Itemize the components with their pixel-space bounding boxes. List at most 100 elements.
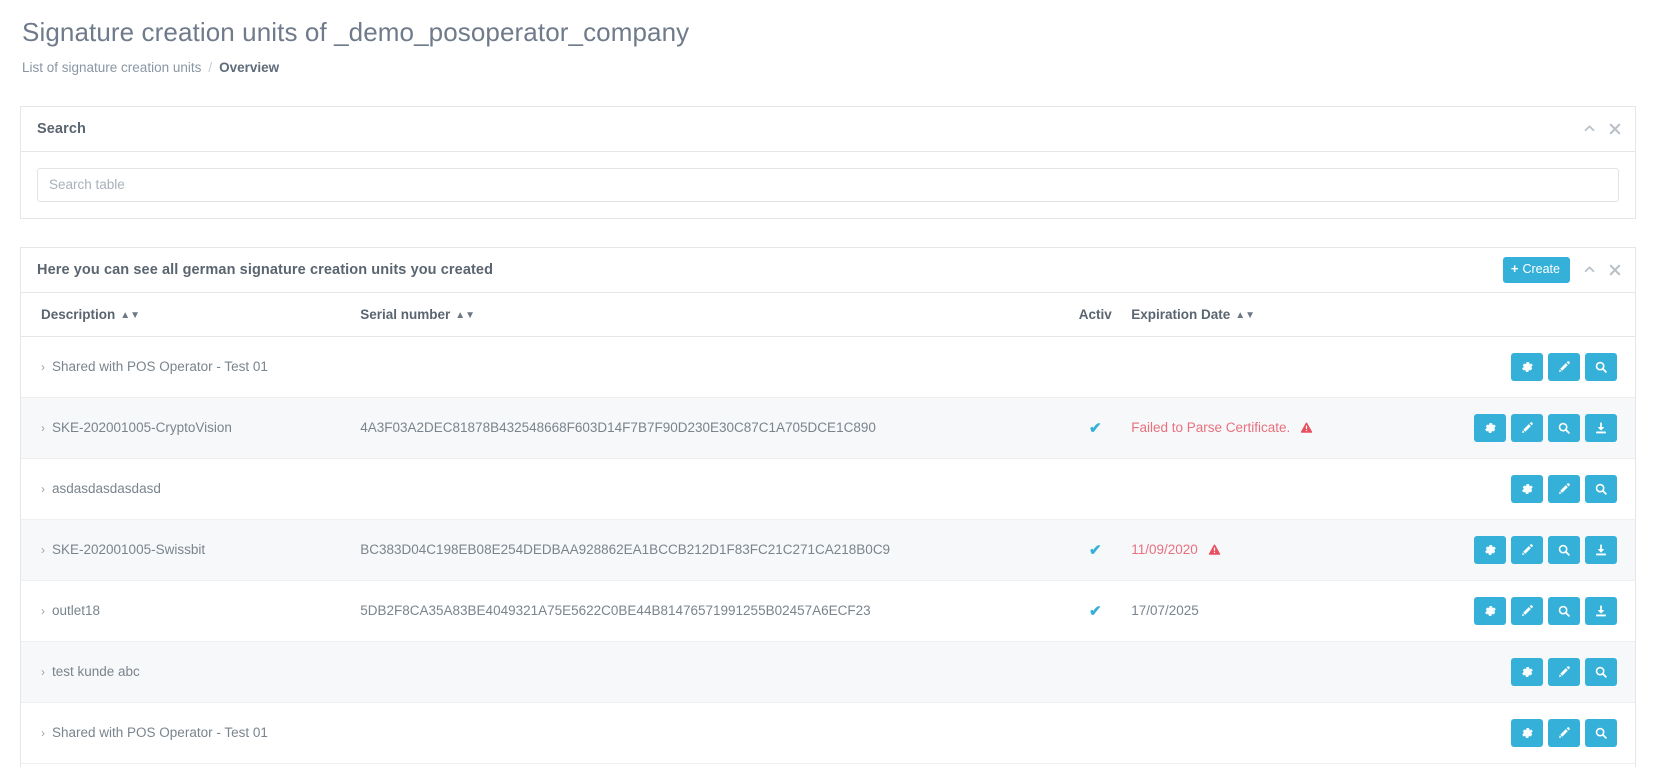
cell-description: › outlet18: [21, 580, 361, 642]
breadcrumb-separator: /: [208, 59, 213, 75]
magnifier-icon: [1594, 482, 1608, 496]
page-root: Signature creation units of _demo_posope…: [0, 0, 1656, 767]
table-header-row: Description ▲▼ Serial number ▲▼ Activ Expi…: [21, 292, 1635, 337]
search-panel-body: [21, 152, 1635, 218]
warning-triangle-icon: [1203, 543, 1221, 558]
create-button[interactable]: + Create: [1502, 257, 1570, 283]
table-row[interactable]: › asdasdasdasdasd: [21, 458, 1635, 520]
table-row[interactable]: › Shared with POS Operator - Test 01: [21, 702, 1635, 764]
table-row[interactable]: › Shared with POS Operator - Test 01: [21, 336, 1635, 398]
magnifier-button[interactable]: [1548, 413, 1580, 442]
sort-icon[interactable]: ▲▼: [455, 310, 475, 321]
gear-button[interactable]: [1511, 657, 1543, 686]
pencil-button[interactable]: [1548, 352, 1580, 381]
active-check-icon: ✔: [1088, 541, 1102, 559]
description-text: outlet18: [52, 603, 101, 619]
pencil-button[interactable]: [1511, 413, 1543, 442]
table-panel-title: Here you can see all german signature cr…: [37, 261, 494, 278]
page-header: Signature creation units of _demo_posope…: [0, 0, 1656, 75]
gear-icon: [1483, 543, 1497, 557]
pencil-icon: [1520, 421, 1534, 435]
description-text: asdasdasdasdasd: [52, 481, 161, 497]
expiration-text: 11/09/2020: [1131, 541, 1198, 557]
gear-button[interactable]: [1511, 352, 1543, 381]
gear-button[interactable]: [1511, 718, 1543, 747]
sort-icon[interactable]: ▲▼: [120, 310, 140, 321]
table-row[interactable]: › outlet18 5DB2F8CA35A83BE4049321A75E5622C…: [21, 580, 1635, 642]
close-icon[interactable]: [1609, 264, 1621, 276]
cell-serial-number: 4A3F03A2DEC81878B432548668F603D14F7B7F90…: [360, 397, 1060, 459]
magnifier-button[interactable]: [1585, 352, 1617, 381]
row-action-buttons: [1337, 718, 1635, 747]
chevron-up-icon[interactable]: [1583, 122, 1596, 135]
description-text: Shared with POS Operator - Test 01: [52, 725, 268, 741]
column-label: Serial number: [360, 306, 451, 322]
cell-expiration-date: [1131, 641, 1337, 703]
pencil-button[interactable]: [1511, 596, 1543, 625]
gear-icon: [1520, 482, 1534, 496]
magnifier-icon: [1594, 726, 1608, 740]
column-label: Activ: [1078, 306, 1112, 322]
expand-chevron-icon[interactable]: ›: [41, 482, 45, 496]
pencil-button[interactable]: [1548, 718, 1580, 747]
page-title: Signature creation units of _demo_posope…: [22, 17, 690, 47]
expand-chevron-icon[interactable]: ›: [41, 604, 45, 618]
pencil-icon: [1557, 482, 1571, 496]
cell-serial-number: BC383D04C198EB08E254DEDBAA928862EA1BCCB2…: [360, 519, 1060, 581]
column-header-expiration[interactable]: Expiration Date ▲▼: [1131, 292, 1337, 337]
close-icon[interactable]: [1609, 123, 1621, 135]
table-body: › Shared with POS Operator - Test 01 › SKE-…: [21, 336, 1635, 764]
cell-active: [1059, 702, 1132, 764]
search-panel: Search: [20, 105, 1636, 219]
sort-icon[interactable]: ▲▼: [1235, 310, 1255, 321]
download-button[interactable]: [1585, 413, 1617, 442]
magnifier-button[interactable]: [1585, 718, 1617, 747]
magnifier-button[interactable]: [1548, 535, 1580, 564]
column-header-description[interactable]: Description ▲▼: [21, 292, 361, 337]
gear-icon: [1483, 604, 1497, 618]
cell-serial-number: [360, 641, 1060, 703]
expand-chevron-icon[interactable]: ›: [41, 665, 45, 679]
breadcrumb-root-link[interactable]: List of signature creation units: [22, 60, 201, 75]
signature-units-table: Description ▲▼ Serial number ▲▼ Activ Expi…: [21, 292, 1635, 764]
cell-description: › asdasdasdasdasd: [21, 458, 361, 520]
pencil-button[interactable]: [1548, 657, 1580, 686]
search-panel-header: Search: [21, 106, 1635, 152]
cell-expiration-date: 11/09/2020: [1131, 519, 1337, 581]
gear-button[interactable]: [1474, 413, 1506, 442]
cell-active: ✔: [1059, 580, 1132, 642]
gear-icon: [1520, 665, 1534, 679]
search-input[interactable]: [37, 167, 1619, 202]
chevron-up-icon[interactable]: [1583, 263, 1596, 276]
pencil-button[interactable]: [1548, 474, 1580, 503]
expiration-text: 17/07/2025: [1131, 603, 1199, 619]
magnifier-button[interactable]: [1585, 474, 1617, 503]
breadcrumb: List of signature creation units / Overv…: [22, 60, 1656, 75]
table-row[interactable]: › SKE-202001005-Swissbit BC383D04C198EB08E…: [21, 519, 1635, 581]
expand-chevron-icon[interactable]: ›: [41, 421, 45, 435]
cell-description: › Shared with POS Operator - Test 01: [21, 336, 361, 398]
gear-icon: [1520, 726, 1534, 740]
gear-button[interactable]: [1511, 474, 1543, 503]
table-row[interactable]: › SKE-202001005-CryptoVision 4A3F03A2DEC81…: [21, 397, 1635, 459]
gear-button[interactable]: [1474, 596, 1506, 625]
search-panel-title: Search: [37, 120, 86, 137]
download-button[interactable]: [1585, 596, 1617, 625]
row-action-buttons: [1337, 657, 1635, 686]
expand-chevron-icon[interactable]: ›: [41, 543, 45, 557]
pencil-button[interactable]: [1511, 535, 1543, 564]
magnifier-icon: [1557, 604, 1571, 618]
table-row[interactable]: › test kunde abc: [21, 641, 1635, 703]
magnifier-button[interactable]: [1548, 596, 1580, 625]
gear-button[interactable]: [1474, 535, 1506, 564]
magnifier-button[interactable]: [1585, 657, 1617, 686]
expand-chevron-icon[interactable]: ›: [41, 360, 45, 374]
cell-serial-number: [360, 458, 1060, 520]
pencil-icon: [1557, 360, 1571, 374]
cell-expiration-date: [1131, 336, 1337, 398]
expand-chevron-icon[interactable]: ›: [41, 726, 45, 740]
row-action-buttons: [1337, 596, 1635, 625]
description-text: Shared with POS Operator - Test 01: [52, 359, 268, 375]
download-button[interactable]: [1585, 535, 1617, 564]
column-header-serial[interactable]: Serial number ▲▼: [360, 292, 1060, 337]
